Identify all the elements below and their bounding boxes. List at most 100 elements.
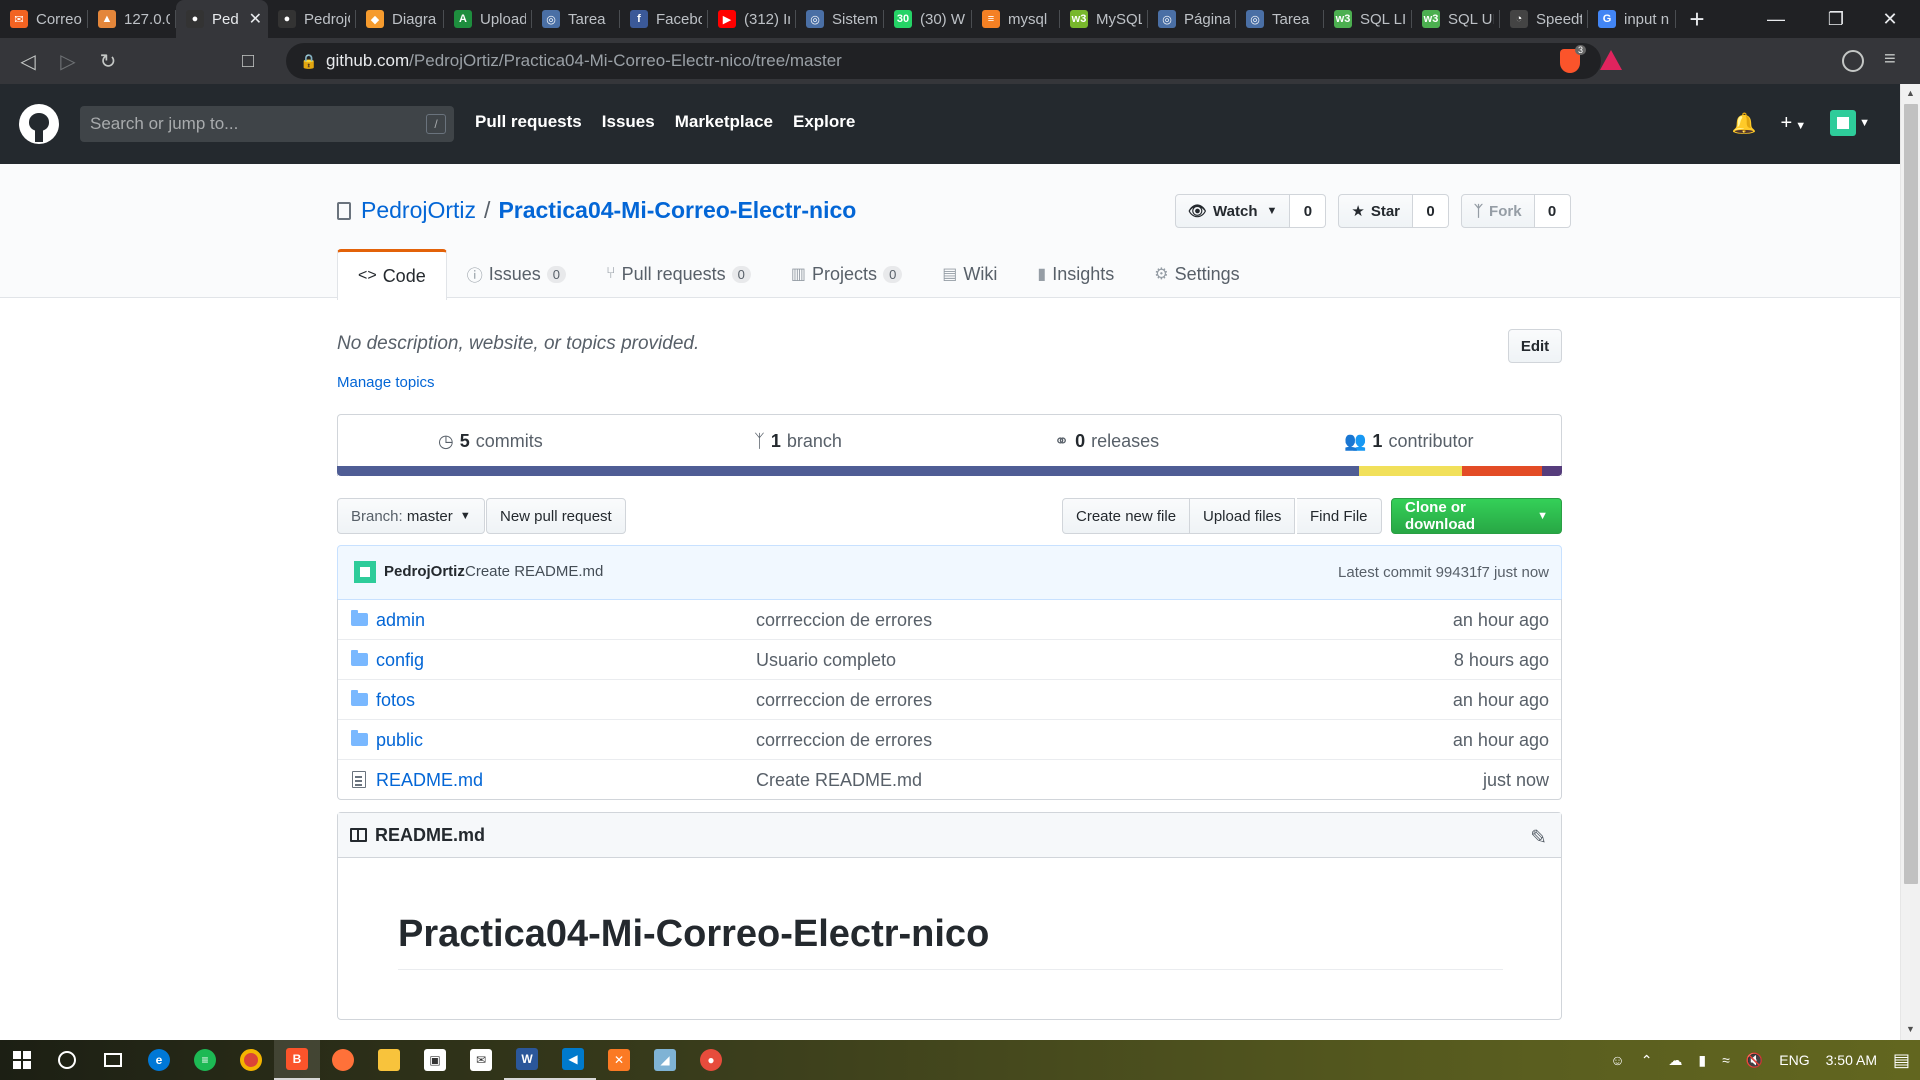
commits-link[interactable]: ◷ 5 commits <box>438 415 543 467</box>
contributors-link[interactable]: 👥 1 contributor <box>1344 415 1473 467</box>
battery-icon[interactable]: ▮ <box>1698 1052 1706 1069</box>
browser-tab[interactable]: ◎ Sistem <box>796 0 884 38</box>
browser-tab[interactable]: A Upload <box>444 0 532 38</box>
browser-tab[interactable]: ✉ Correo <box>0 0 88 38</box>
commit-author-link[interactable]: PedrojOrtiz <box>384 563 465 580</box>
file-name-link[interactable]: admin <box>376 610 425 631</box>
tab-settings[interactable]: ⚙ Settings <box>1134 249 1259 299</box>
volume-muted-icon[interactable]: 🔇 <box>1746 1052 1763 1069</box>
clone-or-download-button[interactable]: Clone or download ▼ <box>1391 498 1562 534</box>
user-menu[interactable]: ▼ <box>1830 110 1870 136</box>
clock[interactable]: 3:50 AM <box>1826 1052 1877 1068</box>
tab-projects[interactable]: ▥ Projects 0 <box>771 249 922 299</box>
spotify-icon[interactable]: ≡ <box>182 1040 228 1080</box>
back-arrow-icon[interactable]: ◁ <box>8 41 48 81</box>
releases-link[interactable]: ⚭ 0 releases <box>1054 415 1159 467</box>
maximize-button[interactable]: ❐ <box>1806 0 1866 38</box>
address-bar[interactable]: 🔒 github.com/PedrojOrtiz/Practica04-Mi-C… <box>286 43 1601 79</box>
language-segment[interactable] <box>1358 466 1463 476</box>
watch-count[interactable]: 0 <box>1290 194 1327 228</box>
tab-issues[interactable]: ⓘ Issues 0 <box>447 249 586 299</box>
browser-tab[interactable]: ◎ Página <box>1148 0 1236 38</box>
xampp-icon[interactable]: ✕ <box>596 1040 642 1080</box>
page-scrollbar[interactable]: ▲ ▼ <box>1900 84 1920 1040</box>
reload-icon[interactable]: ↻ <box>88 41 128 81</box>
edit-pencil-icon[interactable]: ✎ <box>1530 825 1547 850</box>
task-view-icon[interactable] <box>90 1040 136 1080</box>
language-segment[interactable] <box>1462 466 1543 476</box>
browser-tab[interactable]: w3 SQL UI <box>1412 0 1500 38</box>
wifi-icon[interactable]: ≈ <box>1722 1052 1730 1068</box>
windows-start-icon[interactable] <box>0 1040 44 1080</box>
scroll-up-arrow-icon[interactable]: ▲ <box>1906 88 1915 98</box>
fork-button[interactable]: ᛉ Fork <box>1461 194 1535 228</box>
scrollbar-thumb[interactable] <box>1904 104 1918 884</box>
browser-tab[interactable]: ◎ Tarea <box>1236 0 1324 38</box>
browser-tab[interactable]: ● Ped ✕ <box>176 0 268 38</box>
file-explorer-icon[interactable] <box>366 1040 412 1080</box>
brave-shields-icon[interactable]: 3 <box>1560 45 1586 73</box>
mail-icon[interactable]: ✉ <box>458 1040 504 1080</box>
edge-icon[interactable]: e <box>136 1040 182 1080</box>
bookmark-icon[interactable]: □ <box>228 41 268 81</box>
language-bar[interactable] <box>337 466 1562 476</box>
browser-tab[interactable]: w3 MySQL <box>1060 0 1148 38</box>
file-commit-message-link[interactable]: corrreccion de errores <box>756 610 932 631</box>
search-circle-icon[interactable] <box>44 1040 90 1080</box>
tab-code[interactable]: <> Code <box>337 249 447 300</box>
browser-tab[interactable]: 30 (30) W <box>884 0 972 38</box>
browser-tab[interactable]: Ginput n <box>1588 0 1676 38</box>
create-new-plus-icon[interactable]: + ▼ <box>1781 112 1807 135</box>
file-name-link[interactable]: README.md <box>376 770 483 791</box>
close-window-button[interactable]: ✕ <box>1860 0 1920 38</box>
file-commit-message-link[interactable]: Create README.md <box>756 770 922 791</box>
menu-icon[interactable]: ≡ <box>1884 48 1896 71</box>
file-commit-message-link[interactable]: corrreccion de errores <box>756 730 932 751</box>
action-center-icon[interactable]: ▤ <box>1893 1050 1910 1071</box>
file-name-link[interactable]: public <box>376 730 423 751</box>
branch-select-button[interactable]: Branch: master ▼ <box>337 498 485 534</box>
fork-count[interactable]: 0 <box>1534 194 1571 228</box>
tab-insights[interactable]: ▮ Insights <box>1017 249 1134 299</box>
find-file-button[interactable]: Find File <box>1297 498 1382 534</box>
browser-tab[interactable]: f Facebo <box>620 0 708 38</box>
browser-tab[interactable]: ◔ Speedt <box>1500 0 1588 38</box>
file-name-link[interactable]: fotos <box>376 690 415 711</box>
notifications-bell-icon[interactable]: 🔔 <box>1732 111 1757 136</box>
vscode-icon[interactable]: ◀ <box>550 1040 596 1080</box>
brave-rewards-icon[interactable] <box>1600 50 1622 70</box>
edit-description-button[interactable]: Edit <box>1508 329 1562 363</box>
tab-pull-requests[interactable]: ⑂ Pull requests 0 <box>586 249 771 299</box>
commit-message-link[interactable]: Create README.md <box>465 563 603 580</box>
new-pull-request-button[interactable]: New pull request <box>486 498 626 534</box>
search-input[interactable]: Search or jump to... / <box>80 106 454 142</box>
file-name-link[interactable]: config <box>376 650 424 671</box>
scroll-down-arrow-icon[interactable]: ▼ <box>1906 1024 1915 1034</box>
repo-name-link[interactable]: Practica04-Mi-Correo-Electr-nico <box>498 197 856 224</box>
star-button[interactable]: ★ Star <box>1338 194 1414 228</box>
github-logo-icon[interactable] <box>19 104 59 144</box>
nav-explore[interactable]: Explore <box>793 112 855 132</box>
upload-files-button[interactable]: Upload files <box>1190 498 1296 534</box>
onedrive-icon[interactable]: ☁ <box>1668 1052 1682 1069</box>
firefox-icon[interactable] <box>320 1040 366 1080</box>
input-language[interactable]: ENG <box>1779 1052 1809 1068</box>
nav-pull-requests[interactable]: Pull requests <box>475 112 582 132</box>
file-commit-message-link[interactable]: Usuario completo <box>756 650 896 671</box>
manage-topics-link[interactable]: Manage topics <box>337 374 435 391</box>
new-tab-button[interactable]: + <box>1676 4 1718 35</box>
forward-arrow-icon[interactable]: ▷ <box>48 41 88 81</box>
show-hidden-icons-chevron-icon[interactable]: ⌃ <box>1641 1052 1653 1069</box>
nav-issues[interactable]: Issues <box>602 112 655 132</box>
chrome-icon[interactable] <box>228 1040 274 1080</box>
browser-tab[interactable]: w3 SQL LI <box>1324 0 1412 38</box>
language-segment[interactable] <box>337 466 1359 476</box>
browser-tab[interactable]: ▲ 127.0.0 <box>88 0 176 38</box>
tab-close-icon[interactable]: ✕ <box>249 9 262 29</box>
profile-icon[interactable] <box>1842 50 1864 72</box>
people-icon[interactable]: ☺ <box>1610 1052 1624 1068</box>
app-icon[interactable]: ◢ <box>642 1040 688 1080</box>
file-commit-message-link[interactable]: corrreccion de errores <box>756 690 932 711</box>
browser-tab[interactable]: ≡ mysql <box>972 0 1060 38</box>
word-icon[interactable]: W <box>504 1040 550 1080</box>
